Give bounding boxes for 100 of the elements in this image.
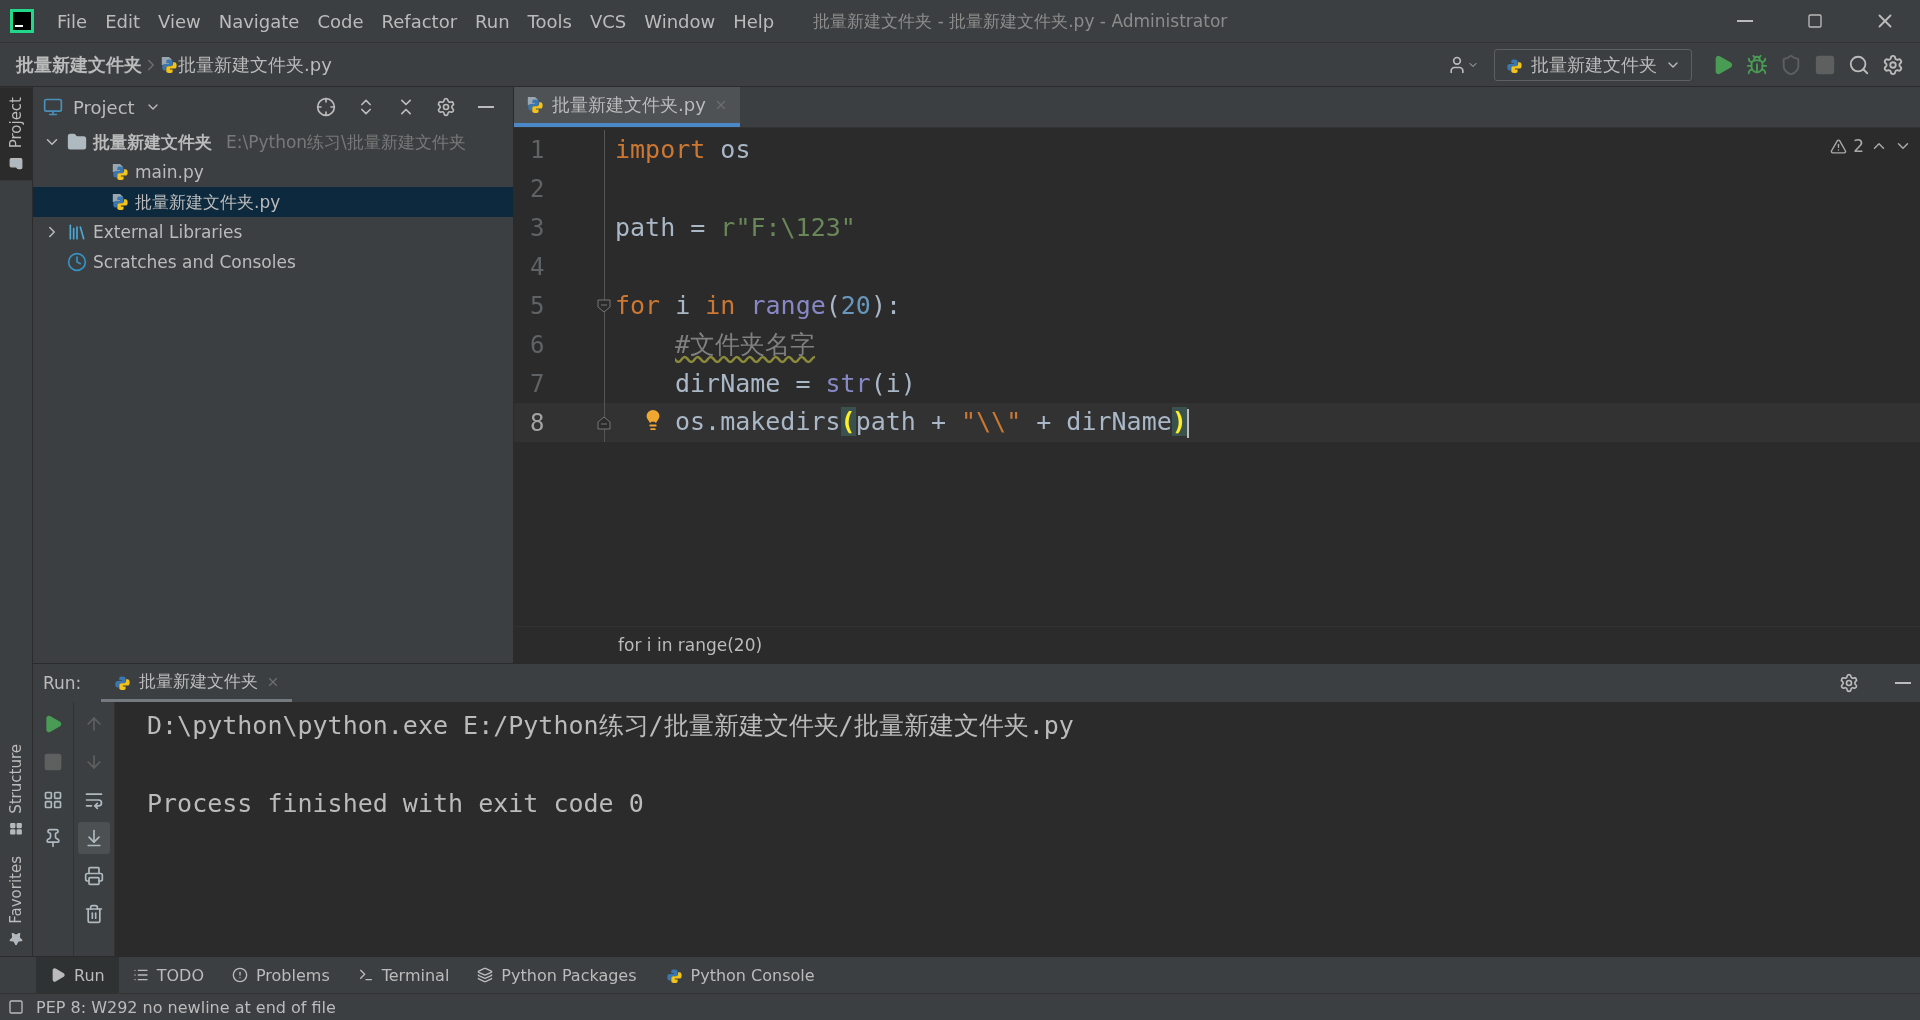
tool-window-tab[interactable]: Run xyxy=(36,957,119,993)
tool-window-tab[interactable]: Favorites xyxy=(0,846,32,956)
tree-label: External Libraries xyxy=(93,222,243,242)
layout-icon xyxy=(43,790,63,810)
app-logo xyxy=(10,9,34,33)
alert-icon xyxy=(231,967,248,983)
tool-window-tab[interactable]: Python Packages xyxy=(463,957,651,993)
line-number: 2 xyxy=(529,174,546,203)
minus-icon xyxy=(1895,682,1911,684)
line-number: 4 xyxy=(529,252,546,281)
code-line: os.makedirs(path + "\\" + dirName) xyxy=(675,407,1189,438)
tree-label: 批量新建文件夹 xyxy=(93,130,212,154)
play-icon xyxy=(50,967,66,983)
menu-item[interactable]: View xyxy=(149,10,210,32)
breadcrumb-item[interactable]: 批量新建文件夹 xyxy=(16,52,142,77)
tree-label: Scratches and Consoles xyxy=(93,252,296,272)
tree-label: 批量新建文件夹.py xyxy=(135,190,281,214)
code-line: import os xyxy=(615,135,751,164)
scroll-to-end-icon xyxy=(84,828,104,848)
tool-window-tab[interactable]: Problems xyxy=(217,957,344,993)
folder-path: E:\Python练习\批量新建文件夹 xyxy=(226,130,466,154)
code-line: dirName = str(i) xyxy=(675,369,916,398)
printer-icon xyxy=(84,866,104,886)
menu-item[interactable]: VCS xyxy=(580,10,636,32)
minimize-icon xyxy=(1737,20,1753,22)
status-message: PEP 8: W292 no newline at end of file xyxy=(36,997,336,1017)
menu-item[interactable]: Edit xyxy=(96,10,149,32)
console-output: Process finished with exit code 0 xyxy=(147,788,645,820)
menu-item[interactable]: Code xyxy=(308,10,373,32)
tree-label: main.py xyxy=(135,162,204,182)
tree-item[interactable]: 批量新建文件夹 E:\Python练习\批量新建文件夹 xyxy=(33,127,513,157)
panel-title: Run: xyxy=(43,673,82,693)
tree-item[interactable]: External Libraries xyxy=(33,217,513,247)
menu-item[interactable]: Run xyxy=(466,10,519,32)
wrap-icon xyxy=(84,790,104,810)
line-number: 1 xyxy=(529,135,546,164)
tool-window-tab[interactable]: Project xyxy=(0,87,32,181)
code-line: for i in range(20): xyxy=(615,291,901,320)
line-number: 7 xyxy=(529,369,546,398)
user-icon xyxy=(1447,54,1467,75)
search-icon xyxy=(1848,53,1870,76)
tool-window-tab[interactable]: Structure xyxy=(0,734,32,847)
crosshair-icon xyxy=(316,97,336,117)
line-number: 6 xyxy=(529,330,546,359)
tool-window-tab[interactable]: TODO xyxy=(118,957,218,993)
python-file-icon xyxy=(111,193,129,211)
breadcrumb-item[interactable]: 批量新建文件夹.py xyxy=(178,52,332,77)
code-breadcrumb[interactable]: for i in range(20) xyxy=(618,635,763,655)
menu-item[interactable]: Help xyxy=(724,10,784,32)
menu-item[interactable]: Window xyxy=(635,10,725,32)
settings-icon xyxy=(1839,673,1859,693)
minus-icon xyxy=(478,106,494,108)
python-file-icon xyxy=(111,163,129,181)
line-number: 5 xyxy=(529,291,546,320)
line-number: 8 xyxy=(529,408,546,437)
stop-icon xyxy=(43,752,63,772)
shield-icon xyxy=(1780,53,1802,76)
menu-item[interactable]: Refactor xyxy=(372,10,467,32)
play-icon xyxy=(43,714,63,734)
menu-item[interactable]: File xyxy=(48,10,97,32)
tool-window-tab[interactable]: Terminal xyxy=(343,957,464,993)
scroll-end-button[interactable] xyxy=(78,822,110,854)
run-configuration-dropdown[interactable]: 批量新建文件夹 xyxy=(1494,48,1692,81)
code-line: path = r"F:\123" xyxy=(615,213,856,242)
settings-icon xyxy=(1882,53,1904,76)
stop-icon xyxy=(1814,53,1836,76)
fold-marker-icon[interactable] xyxy=(596,298,612,314)
tree-item[interactable]: 批量新建文件夹.py xyxy=(33,187,513,217)
settings-icon xyxy=(436,97,456,117)
terminal-icon xyxy=(357,967,374,983)
folder-icon xyxy=(9,156,23,171)
fold-marker-icon[interactable] xyxy=(596,415,612,431)
structure-icon xyxy=(9,822,23,837)
warning-count[interactable]: 2 xyxy=(1853,136,1864,156)
code-line: #文件夹名字 xyxy=(675,329,816,361)
project-view-dropdown[interactable]: Project xyxy=(43,96,161,118)
bug-icon xyxy=(1746,53,1768,76)
list-icon xyxy=(132,967,149,983)
editor-tab[interactable]: 批量新建文件夹.py xyxy=(514,87,740,127)
python-file-icon xyxy=(160,55,178,74)
window-title: 批量新建文件夹 - 批量新建文件夹.py - Administrator xyxy=(813,9,1229,33)
layers-icon xyxy=(477,967,494,983)
menu-item[interactable]: Tools xyxy=(518,10,581,32)
console-output: D:\python\python.exe E:/Python练习/批量新建文件夹/批量新建文件夹.py xyxy=(147,710,1075,742)
trash-icon xyxy=(84,904,104,924)
clock-icon xyxy=(67,252,87,272)
menu-item[interactable]: Navigate xyxy=(209,10,309,32)
tool-window-tab[interactable]: Python Console xyxy=(650,957,829,993)
star-icon xyxy=(9,932,23,946)
library-icon xyxy=(67,222,87,242)
python-file-icon xyxy=(526,96,544,114)
folder-icon xyxy=(67,132,87,152)
line-number: 3 xyxy=(529,213,546,242)
panel-toggle-icon[interactable] xyxy=(8,999,24,1015)
tree-item[interactable]: Scratches and Consoles xyxy=(33,247,513,277)
window-icon xyxy=(43,97,63,117)
text-caret xyxy=(1186,408,1189,438)
pin-icon xyxy=(43,828,63,848)
warning-icon xyxy=(1830,137,1848,155)
tree-item[interactable]: main.py xyxy=(33,157,513,187)
